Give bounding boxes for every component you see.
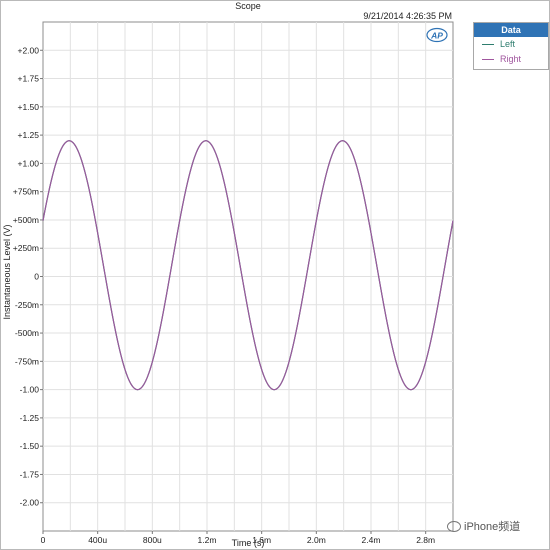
y-tick-label: +1.00	[17, 158, 39, 168]
x-tick-label: 400u	[88, 535, 107, 545]
y-tick-label: -2.00	[20, 498, 40, 508]
y-tick-label: 0	[34, 272, 39, 282]
y-tick-label: -1.25	[20, 413, 40, 423]
y-axis-label: Instantaneous Level (V)	[2, 224, 12, 319]
y-tick-label: +1.75	[17, 74, 39, 84]
ap-logo: AP	[426, 27, 448, 43]
x-tick-label: 2.4m	[362, 535, 381, 545]
legend-label-right: Right	[500, 54, 522, 64]
y-tick-label: -750m	[15, 356, 39, 366]
legend-item-right: Right	[474, 52, 548, 67]
y-tick-label: +1.50	[17, 102, 39, 112]
y-tick-label: -500m	[15, 328, 39, 338]
y-tick-label: -1.00	[20, 385, 40, 395]
y-tick-label: -1.75	[20, 469, 40, 479]
chat-bubble-icon	[447, 520, 461, 532]
y-axis-ticks: +2.00 +1.75 +1.50 +1.25 +1.00 +750m +500m +250m…	[13, 45, 43, 508]
y-tick-label: -1.50	[20, 441, 40, 451]
chart-title: Scope	[235, 1, 261, 11]
x-tick-label: 800u	[143, 535, 162, 545]
legend-swatch-right	[482, 59, 494, 60]
y-tick-label: +250m	[13, 243, 39, 253]
watermark-text: iPhone频道	[464, 521, 521, 533]
ap-logo-text: AP	[430, 31, 443, 41]
scope-chart: Scope 9/21/2014 4:26:35 PM +2.00 +1.75 +1.…	[2, 1, 454, 548]
legend-swatch-left	[482, 44, 494, 45]
legend-label-left: Left	[500, 39, 516, 49]
y-tick-label: +1.25	[17, 130, 39, 140]
timestamp: 9/21/2014 4:26:35 PM	[363, 11, 452, 21]
x-tick-label: 2.8m	[416, 535, 435, 545]
y-tick-label: +2.00	[17, 45, 39, 55]
y-tick-label: -250m	[15, 300, 39, 310]
y-tick-label: +750m	[13, 187, 39, 197]
legend: Data Left Right	[473, 22, 549, 70]
legend-title: Data	[474, 23, 548, 37]
x-tick-label: 1.2m	[198, 535, 217, 545]
watermark: iPhone频道	[447, 518, 520, 534]
x-tick-label: 0	[41, 535, 46, 545]
y-tick-label: +500m	[13, 215, 39, 225]
x-tick-label: 2.0m	[307, 535, 326, 545]
x-axis-label: Time (s)	[232, 538, 265, 548]
legend-item-left: Left	[474, 37, 548, 52]
